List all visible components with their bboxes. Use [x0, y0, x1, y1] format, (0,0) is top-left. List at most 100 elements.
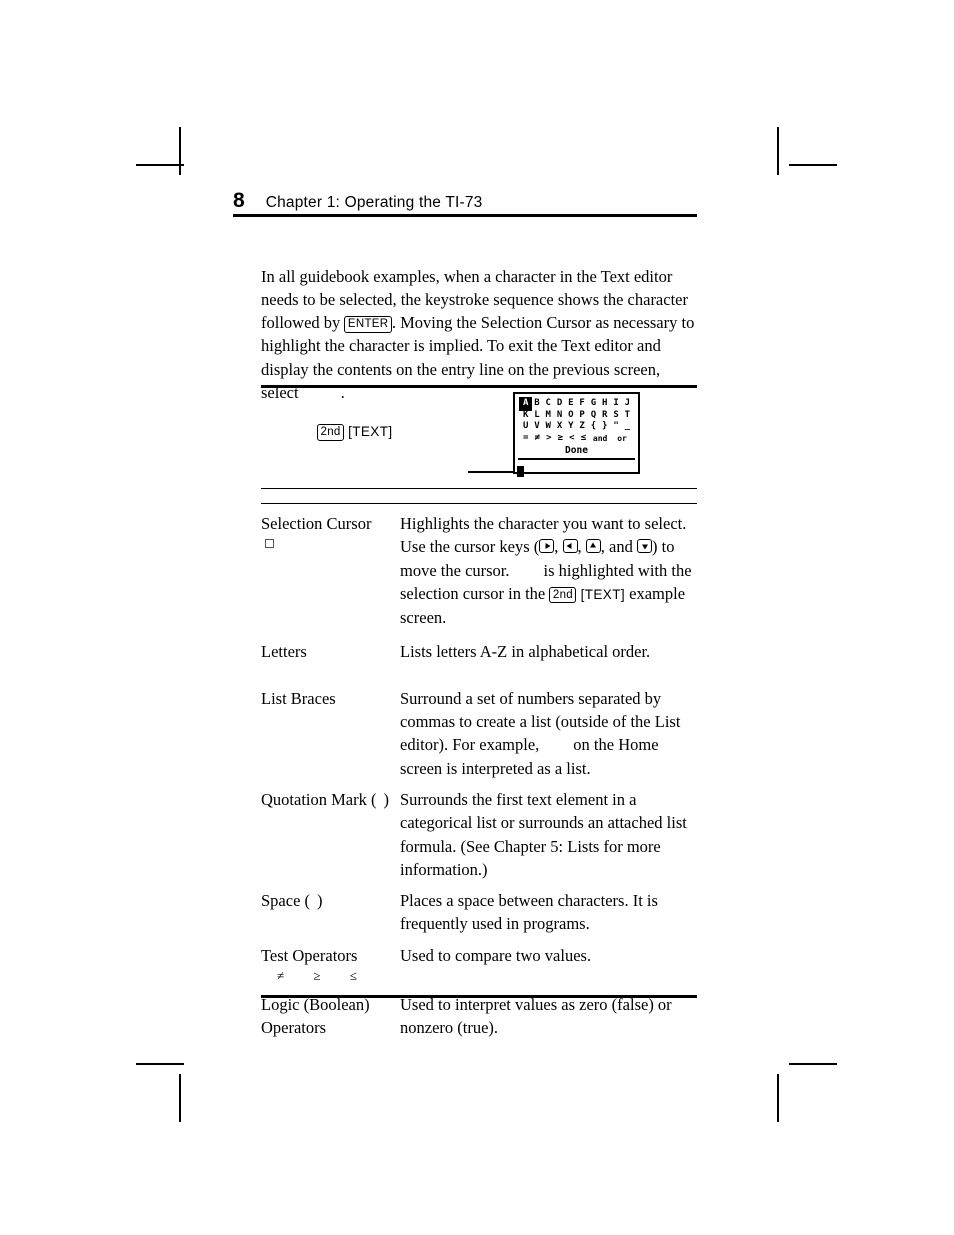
chapter-title: Chapter 1: Operating the TI-73 [265, 194, 483, 211]
term-label: List Braces [261, 688, 336, 708]
calc-cell-selected: A [518, 397, 533, 411]
crop-mark-bottom-right-horizontal [789, 1063, 837, 1065]
calc-cell: U [522, 421, 529, 431]
calc-cell: ≥ [557, 432, 564, 443]
term-label: Test Operators [261, 945, 358, 965]
crop-mark-bottom-left-horizontal [136, 1063, 184, 1065]
page-number: 8 [233, 189, 245, 212]
term-logic-operators: Logic (Boolean) Operators [261, 993, 400, 1040]
calc-cell: R [602, 409, 608, 420]
table-row: List Braces Surround a set of numbers se… [261, 687, 697, 780]
crop-mark-bottom-left-vertical [179, 1074, 181, 1122]
up-arrow-key-icon [585, 539, 601, 554]
calc-row-2: K L M N O P Q R S T [520, 410, 633, 422]
calc-cell: } [602, 421, 608, 431]
desc-list-braces: Surround a set of numbers separated by c… [400, 687, 697, 780]
calc-cell: G [590, 398, 597, 408]
term-list-braces: List Braces [261, 687, 400, 710]
calc-cell: L [534, 409, 540, 420]
row-spacer [261, 664, 697, 687]
test-operator-symbols: ≠ ≥ ≤ [277, 968, 370, 984]
term-space: Space () [261, 889, 400, 912]
term-label: Space ( [261, 891, 311, 911]
calc-cell: ≠ [534, 432, 540, 443]
calc-cell: " [613, 421, 619, 431]
crop-mark-top-right-horizontal [789, 164, 837, 166]
calc-done-label: Done [565, 445, 588, 456]
table-row: Test Operators ≠ ≥ ≤ Used to compare two… [261, 944, 697, 985]
term-label: Selection Cursor [261, 514, 372, 533]
calc-cell: I [613, 398, 619, 408]
crop-mark-top-left-vertical [179, 127, 181, 175]
page-header: 8 Chapter 1: Operating the TI-73 [233, 190, 697, 212]
calc-cell: K [522, 409, 529, 420]
calc-cell: { [590, 421, 597, 431]
term-label-line2: Operators [261, 1018, 327, 1038]
calc-cell: P [579, 409, 585, 420]
row-spacer [261, 985, 697, 993]
desc-test-operators: Used to compare two values. [400, 945, 592, 965]
calc-cell: O [568, 409, 574, 420]
calc-cell: = [523, 432, 529, 443]
selection-cursor-square-icon [261, 535, 396, 553]
term-test-operators: Test Operators ≠ ≥ ≤ [261, 944, 400, 985]
desc-space: Places a space between characters. It is… [400, 891, 658, 934]
crop-mark-top-left-horizontal [136, 164, 184, 166]
header-rule [233, 214, 697, 217]
calc-row-4: = ≠ > ≥ < ≤ and or [520, 433, 633, 445]
term-letters: Letters [261, 640, 400, 663]
desc-selection-cursor: Highlights the character you want to sel… [400, 514, 692, 628]
row-spacer [261, 629, 697, 640]
example-bottom-rule-1 [261, 488, 697, 490]
calc-cell: F [579, 398, 585, 408]
term-label: Letters [261, 642, 307, 662]
term-label-close: ) [317, 891, 323, 911]
table-row: Quotation Mark () Surrounds the first te… [261, 788, 697, 881]
calc-cell: J [624, 398, 631, 408]
term-label: Logic (Boolean) [261, 995, 370, 1015]
desc-quotation-mark: Surrounds the first text element in a ca… [400, 789, 687, 879]
calc-cell: N [556, 409, 563, 420]
crop-mark-bottom-right-vertical [777, 1074, 779, 1122]
calc-cell: Q [590, 409, 597, 420]
term-label-close: ) [383, 789, 389, 809]
calc-cell: V [534, 421, 540, 431]
table-row: Letters Lists letters A-Z in alphabetica… [261, 640, 697, 663]
calc-cell: D [556, 398, 563, 408]
row-spacer [261, 881, 697, 889]
calculator-character-grid: A B C D E F G H I J K L M N O P Q R S T … [515, 394, 638, 457]
table-row: Logic (Boolean) Operators Used to interp… [261, 993, 697, 1040]
row-spacer [261, 780, 697, 788]
calc-cell: < [569, 432, 575, 443]
calc-cell: _ [624, 421, 631, 431]
calc-cell: S [613, 409, 619, 420]
calc-cursor-block [517, 465, 524, 477]
calc-cell: T [624, 409, 631, 420]
document-page: 8 Chapter 1: Operating the TI-73 In all … [0, 0, 954, 1235]
calc-cell: E [568, 398, 574, 408]
crop-mark-top-right-vertical [777, 127, 779, 175]
calc-cell: W [545, 421, 551, 431]
calculator-screen: A B C D E F G H I J K L M N O P Q R S T … [513, 392, 640, 477]
calc-cell: Z [579, 421, 585, 431]
text-key-label: [TEXT] [580, 586, 625, 602]
calc-row-3: U V W X Y Z { } " _ [520, 421, 633, 433]
definitions-table: Selection Cursor Highlights the characte… [261, 512, 697, 1040]
desc-letters: Lists letters A-Z in alphabetical order. [400, 642, 651, 662]
calc-cell: H [602, 398, 608, 408]
calc-cell: > [546, 432, 552, 443]
calc-row-1: A B C D E F G H I J [518, 397, 633, 411]
table-bottom-rule [261, 995, 697, 998]
example-top-rule [261, 385, 697, 388]
term-label: Quotation Mark ( [261, 789, 377, 809]
calc-cell: ≤ [580, 432, 587, 443]
table-row: Space () Places a space between characte… [261, 889, 697, 936]
enter-key-glyph: ENTER [344, 316, 392, 333]
desc-logic-operators: Used to interpret values as zero (false)… [400, 995, 672, 1038]
second-key-glyph: 2nd [317, 424, 345, 441]
term-selection-cursor: Selection Cursor [261, 512, 400, 553]
calc-cell: M [545, 409, 551, 420]
text-key-label: [TEXT] [348, 424, 393, 439]
calc-cell: X [556, 421, 563, 431]
term-quotation-mark: Quotation Mark () [261, 788, 400, 811]
